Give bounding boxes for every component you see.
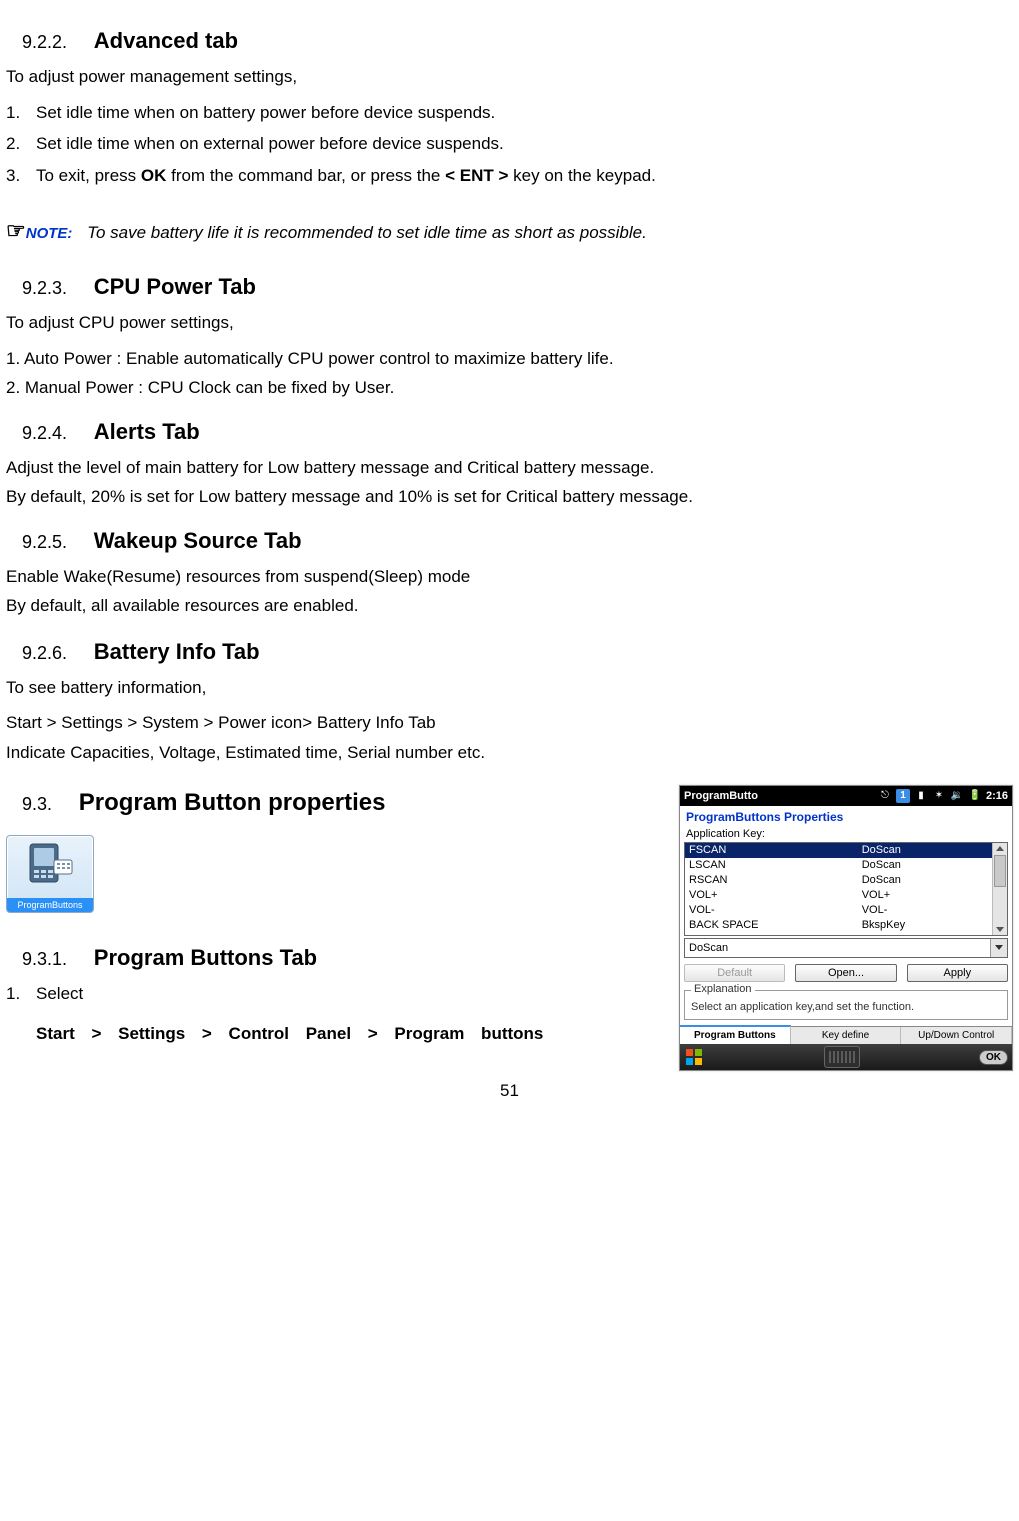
heading-number: 9.2.4. bbox=[22, 423, 67, 444]
list-item: 1.Set idle time when on battery power be… bbox=[6, 100, 1013, 126]
paragraph: Indicate Capacities, Voltage, Estimated … bbox=[6, 740, 1013, 766]
taskbar: OK bbox=[680, 1044, 1012, 1070]
heading-number: 9.2.6. bbox=[22, 643, 67, 664]
window-titlebar: ProgramButto ⎋ 1 ▮ ✶ 🔉 🔋 2:16 bbox=[680, 786, 1012, 806]
heading-title: Wakeup Source Tab bbox=[94, 528, 302, 553]
paragraph: By default, 20% is set for Low battery m… bbox=[6, 484, 1013, 510]
paragraph: To adjust power management settings, bbox=[6, 64, 1013, 90]
tab-key-define[interactable]: Key define bbox=[791, 1027, 902, 1044]
heading-924: 9.2.4. Alerts Tab bbox=[6, 419, 1013, 445]
paragraph: 2. Manual Power : CPU Clock can be fixed… bbox=[6, 375, 1013, 401]
screenshot-program-buttons: ProgramButto ⎋ 1 ▮ ✶ 🔉 🔋 2:16 ProgramBut… bbox=[679, 785, 1013, 1071]
heading-title: Alerts Tab bbox=[94, 419, 200, 444]
heading-number: 9.2.3. bbox=[22, 278, 67, 299]
list-item: 2.Set idle time when on external power b… bbox=[6, 131, 1013, 157]
ok-button[interactable]: OK bbox=[979, 1050, 1008, 1065]
heading-number: 9.2.2. bbox=[22, 32, 67, 53]
paragraph: 1. Auto Power : Enable automatically CPU… bbox=[6, 346, 1013, 372]
heading-926: 9.2.6. Battery Info Tab bbox=[6, 639, 1013, 665]
paragraph: Adjust the level of main battery for Low… bbox=[6, 455, 1013, 481]
scrollbar[interactable] bbox=[992, 843, 1007, 935]
list-item[interactable]: RSCANDoScan bbox=[685, 873, 1007, 888]
device-icon bbox=[24, 840, 76, 886]
tab-strip: Program Buttons Key define Up/Down Contr… bbox=[680, 1026, 1012, 1044]
combobox-value: DoScan bbox=[685, 942, 990, 954]
action-combobox[interactable]: DoScan bbox=[684, 938, 1008, 958]
page-number: 51 bbox=[6, 1081, 1013, 1101]
paragraph: To adjust CPU power settings, bbox=[6, 310, 1013, 336]
tab-program-buttons[interactable]: Program Buttons bbox=[680, 1025, 791, 1044]
tab-up-down-control[interactable]: Up/Down Control bbox=[901, 1027, 1012, 1044]
system-tray: ⎋ 1 ▮ ✶ 🔉 🔋 2:16 bbox=[762, 789, 1008, 803]
note-label: NOTE: bbox=[26, 225, 73, 242]
explanation-group: Explanation Select an application key,an… bbox=[684, 990, 1008, 1020]
paragraph: By default, all available resources are … bbox=[6, 593, 1013, 619]
application-key-listbox[interactable]: FSCANDoScan LSCANDoScan RSCANDoScan VOL+… bbox=[684, 842, 1008, 936]
keyboard-button[interactable] bbox=[824, 1046, 860, 1068]
network-icon: ✶ bbox=[932, 789, 946, 803]
heading-title: Battery Info Tab bbox=[94, 639, 260, 664]
heading-title: Advanced tab bbox=[94, 28, 238, 53]
open-button[interactable]: Open... bbox=[795, 964, 896, 982]
clock: 2:16 bbox=[986, 790, 1008, 802]
heading-title: CPU Power Tab bbox=[94, 274, 256, 299]
speaker-icon: 🔉 bbox=[950, 789, 964, 803]
list-item: 1.Select bbox=[6, 981, 646, 1007]
tray-icon: ⎋ bbox=[878, 789, 892, 803]
heading-number: 9.2.5. bbox=[22, 532, 67, 553]
note-icon: ☞ bbox=[6, 218, 26, 243]
chevron-down-icon[interactable] bbox=[990, 939, 1007, 957]
group-label: Explanation bbox=[691, 983, 755, 995]
start-button[interactable] bbox=[684, 1047, 704, 1067]
paragraph: To see battery information, bbox=[6, 675, 1013, 701]
note: ☞NOTE: To save battery life it is recomm… bbox=[6, 218, 1013, 244]
list-item[interactable]: VOL-VOL- bbox=[685, 903, 1007, 918]
heading-number: 9.3. bbox=[22, 794, 52, 815]
paragraph: Start > Settings > System > Power icon> … bbox=[6, 710, 1013, 736]
window-title: ProgramButto bbox=[684, 790, 758, 802]
scrollbar-thumb[interactable] bbox=[994, 855, 1006, 887]
properties-title: ProgramButtons Properties bbox=[680, 806, 1012, 826]
note-text: To save battery life it is recommended t… bbox=[87, 223, 647, 242]
heading-923: 9.2.3. CPU Power Tab bbox=[6, 274, 1013, 300]
heading-number: 9.3.1. bbox=[22, 949, 67, 970]
list-item[interactable]: FSCANDoScan bbox=[685, 843, 1007, 858]
heading-925: 9.2.5. Wakeup Source Tab bbox=[6, 528, 1013, 554]
application-key-label: Application Key: bbox=[680, 826, 1012, 842]
list-item[interactable]: LSCANDoScan bbox=[685, 858, 1007, 873]
signal-icon: ▮ bbox=[914, 789, 928, 803]
paragraph: Start > Settings > Control Panel > Progr… bbox=[36, 1017, 676, 1051]
apply-button[interactable]: Apply bbox=[907, 964, 1008, 982]
list-item: 3.To exit, press OK from the command bar… bbox=[6, 163, 1013, 189]
paragraph: Enable Wake(Resume) resources from suspe… bbox=[6, 564, 1013, 590]
windows-logo-icon bbox=[684, 1047, 704, 1067]
list-item[interactable]: VOL+VOL+ bbox=[685, 888, 1007, 903]
default-button[interactable]: Default bbox=[684, 964, 785, 982]
battery-icon: 🔋 bbox=[968, 789, 982, 803]
list-item[interactable]: BACK SPACEBkspKey bbox=[685, 918, 1007, 933]
program-buttons-icon-tile: ProgramButtons bbox=[6, 835, 94, 913]
heading-922: 9.2.2. Advanced tab bbox=[6, 28, 1013, 54]
icon-caption: ProgramButtons bbox=[7, 898, 93, 912]
heading-title: Program Button properties bbox=[79, 789, 386, 816]
heading-title: Program Buttons Tab bbox=[94, 945, 317, 970]
group-text: Select an application key,and set the fu… bbox=[691, 1001, 1001, 1013]
tray-badge: 1 bbox=[896, 789, 910, 803]
